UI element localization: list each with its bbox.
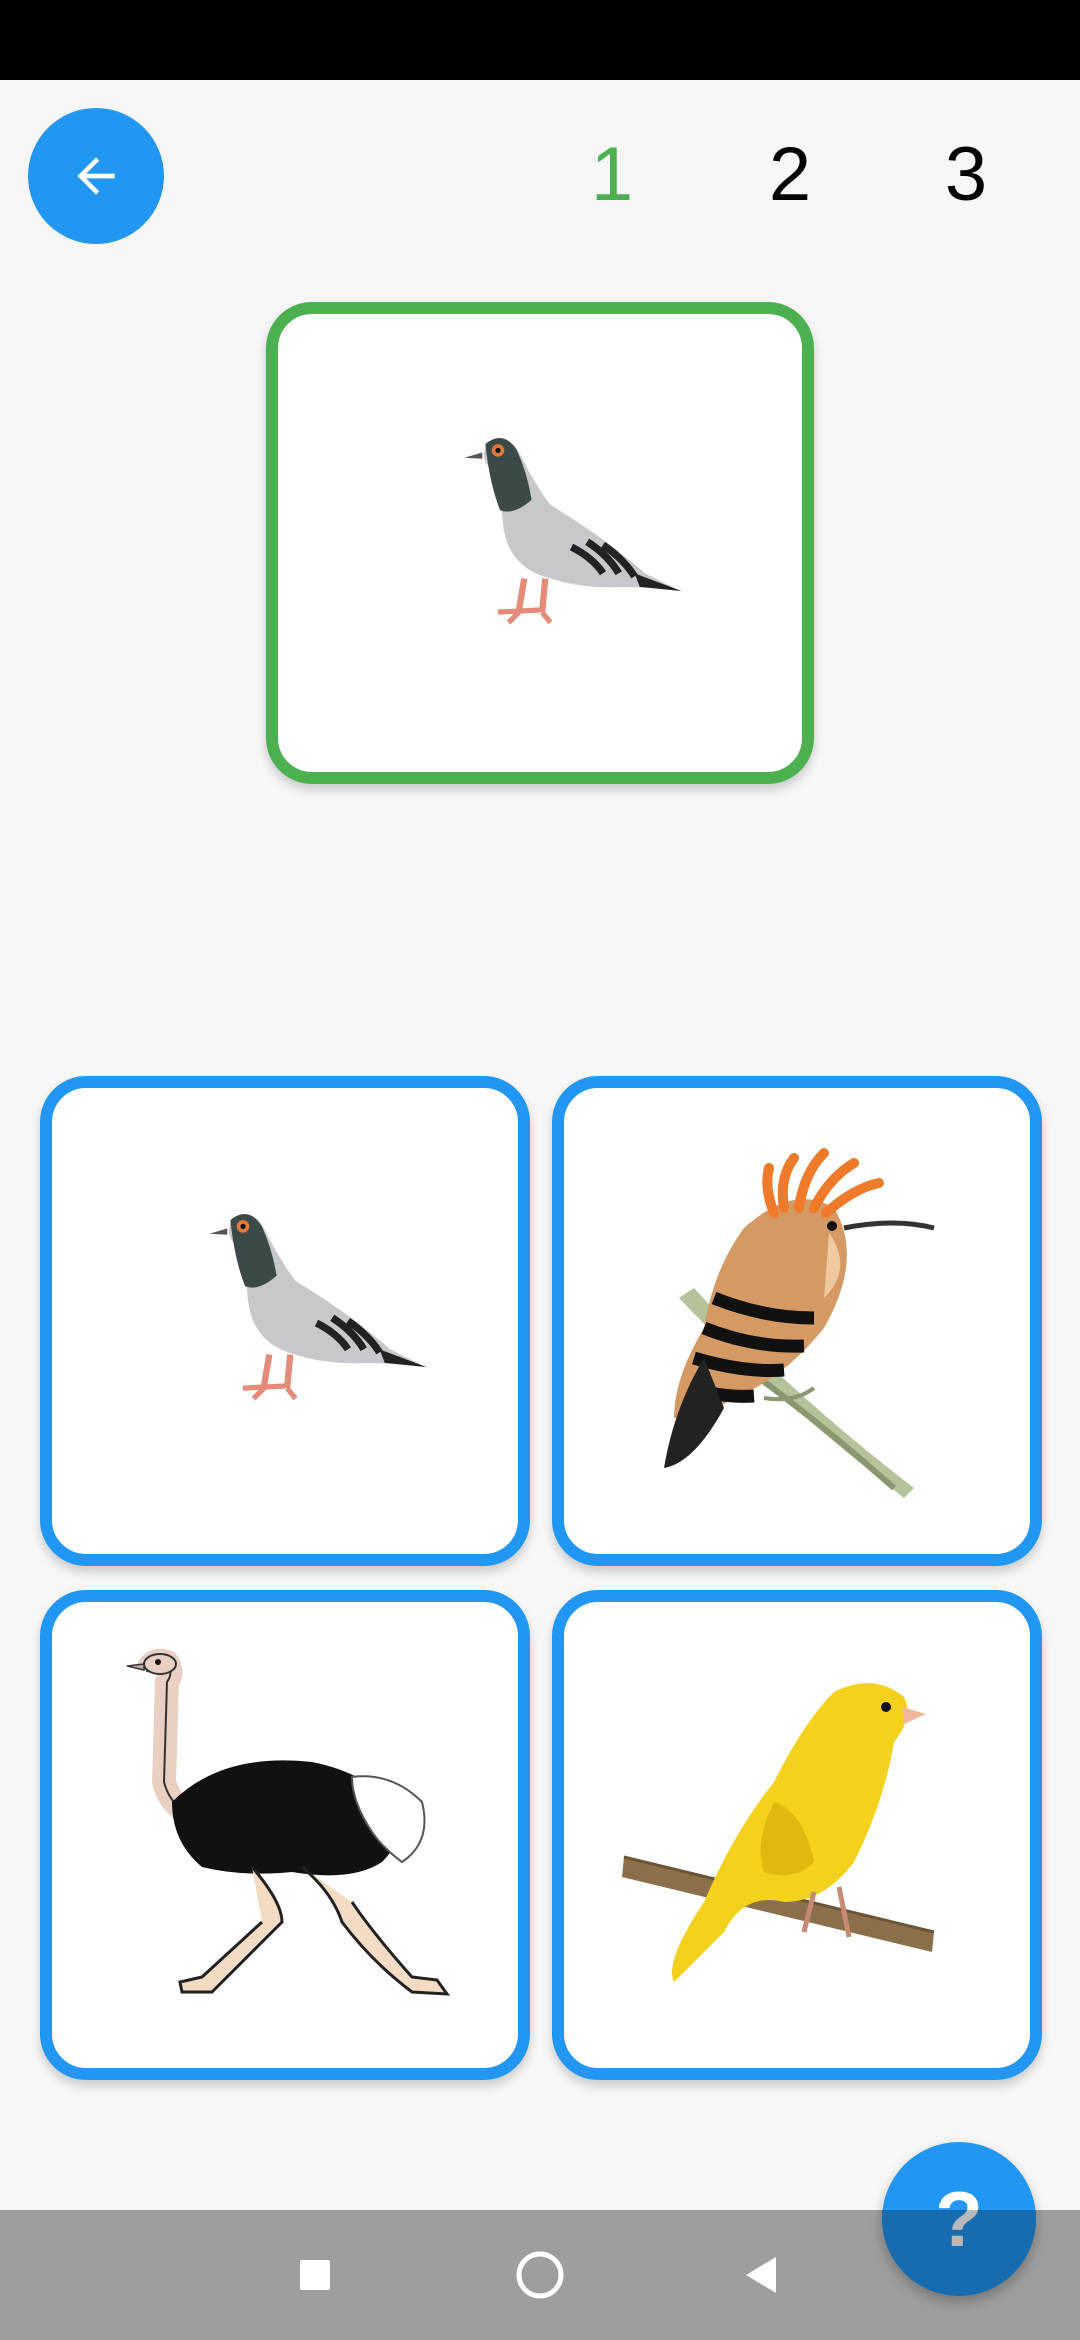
option-card-canary[interactable]: [552, 1590, 1042, 2080]
circle-icon: [516, 2251, 564, 2299]
canary-image: [622, 1683, 935, 1982]
level-2-indicator[interactable]: 2: [750, 130, 830, 220]
recents-button[interactable]: [265, 2210, 365, 2340]
back-button[interactable]: [28, 108, 164, 244]
pigeon-image: [464, 438, 682, 625]
pigeon-image: [209, 1214, 427, 1401]
system-back-button[interactable]: [710, 2210, 810, 2340]
level-1-indicator[interactable]: 1: [572, 130, 652, 220]
level-3-indicator[interactable]: 3: [926, 130, 1006, 220]
help-button[interactable]: ?: [882, 2142, 1036, 2296]
target-card: [266, 302, 814, 784]
ostrich-image: [126, 1648, 451, 1996]
arrow-left-icon: [77, 157, 115, 195]
square-icon: [300, 2260, 330, 2290]
status-bar: [0, 0, 1080, 80]
triangle-back-icon: [746, 2257, 776, 2293]
option-card-pigeon[interactable]: [40, 1076, 530, 1566]
home-button[interactable]: [490, 2210, 590, 2340]
option-card-ostrich[interactable]: [40, 1590, 530, 2080]
help-label: ?: [935, 2174, 983, 2263]
option-card-hoopoe[interactable]: [552, 1076, 1042, 1566]
hoopoe-image: [664, 1148, 935, 1498]
